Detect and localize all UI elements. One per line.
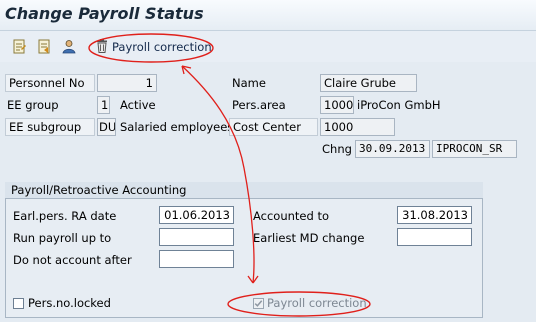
other-personnel-icon[interactable]	[36, 37, 54, 55]
accounted-to-field[interactable]: 31.08.2013	[397, 206, 472, 224]
accounted-to-label: Accounted to	[253, 209, 330, 223]
do-not-account-field[interactable]	[159, 250, 234, 268]
payroll-correction-label: Payroll correction	[112, 40, 212, 54]
earliest-ra-field[interactable]: 01.06.2013	[159, 206, 234, 224]
name-label: Name	[232, 76, 266, 90]
pers-area-text: iProCon GmbH	[357, 98, 441, 112]
earliest-md-field[interactable]	[397, 228, 472, 246]
chng-date-field[interactable]: 30.09.2013	[355, 140, 430, 158]
pers-locked-checkbox[interactable]	[13, 298, 24, 309]
page-title: Change Payroll Status	[5, 4, 204, 23]
cost-center-field[interactable]: 1000	[320, 118, 395, 136]
ee-subgroup-label: EE subgroup	[5, 118, 95, 136]
pers-locked-label: Pers.no.locked	[28, 296, 111, 310]
name-field[interactable]: Claire Grube	[320, 74, 417, 92]
cost-center-label: Cost Center	[229, 118, 318, 136]
payroll-correction-checkbox[interactable]	[253, 298, 264, 309]
pers-area-code-field[interactable]: 1000	[320, 96, 354, 114]
payroll-group-title: Payroll/Retroactive Accounting	[11, 183, 187, 197]
earliest-ra-label: Earl.pers. RA date	[13, 209, 117, 223]
ee-subgroup-text: Salaried employees	[120, 120, 234, 134]
trash-icon	[96, 38, 108, 56]
payroll-correction-button[interactable]: Payroll correction	[96, 38, 212, 56]
earliest-md-label: Earliest MD change	[253, 231, 365, 245]
title-bar: Change Payroll Status	[0, 0, 536, 31]
do-not-account-label: Do not account after	[13, 253, 132, 267]
pers-area-label: Pers.area	[232, 98, 286, 112]
person-icon[interactable]	[60, 37, 78, 55]
display-change-icon[interactable]	[11, 37, 29, 55]
chng-user-field[interactable]: IPROCON_SR	[432, 140, 517, 158]
payroll-correction-checkbox-label: Payroll correction	[267, 296, 367, 310]
ee-subgroup-code-field[interactable]: DU	[97, 118, 116, 136]
chng-label: Chng	[322, 142, 352, 156]
personnel-no-field[interactable]: 1	[97, 74, 157, 92]
run-payroll-field[interactable]	[159, 228, 234, 246]
run-payroll-label: Run payroll up to	[13, 231, 112, 245]
check-icon	[254, 300, 263, 307]
ee-group-label: EE group	[7, 98, 59, 112]
payroll-group-header: Payroll/Retroactive Accounting	[5, 182, 483, 199]
personnel-no-label: Personnel No	[5, 74, 95, 92]
ee-group-text: Active	[120, 98, 156, 112]
ee-group-code-field[interactable]: 1	[97, 96, 110, 114]
application-toolbar: Payroll correction	[0, 31, 536, 62]
annotation-arrowhead-top	[181, 65, 192, 75]
